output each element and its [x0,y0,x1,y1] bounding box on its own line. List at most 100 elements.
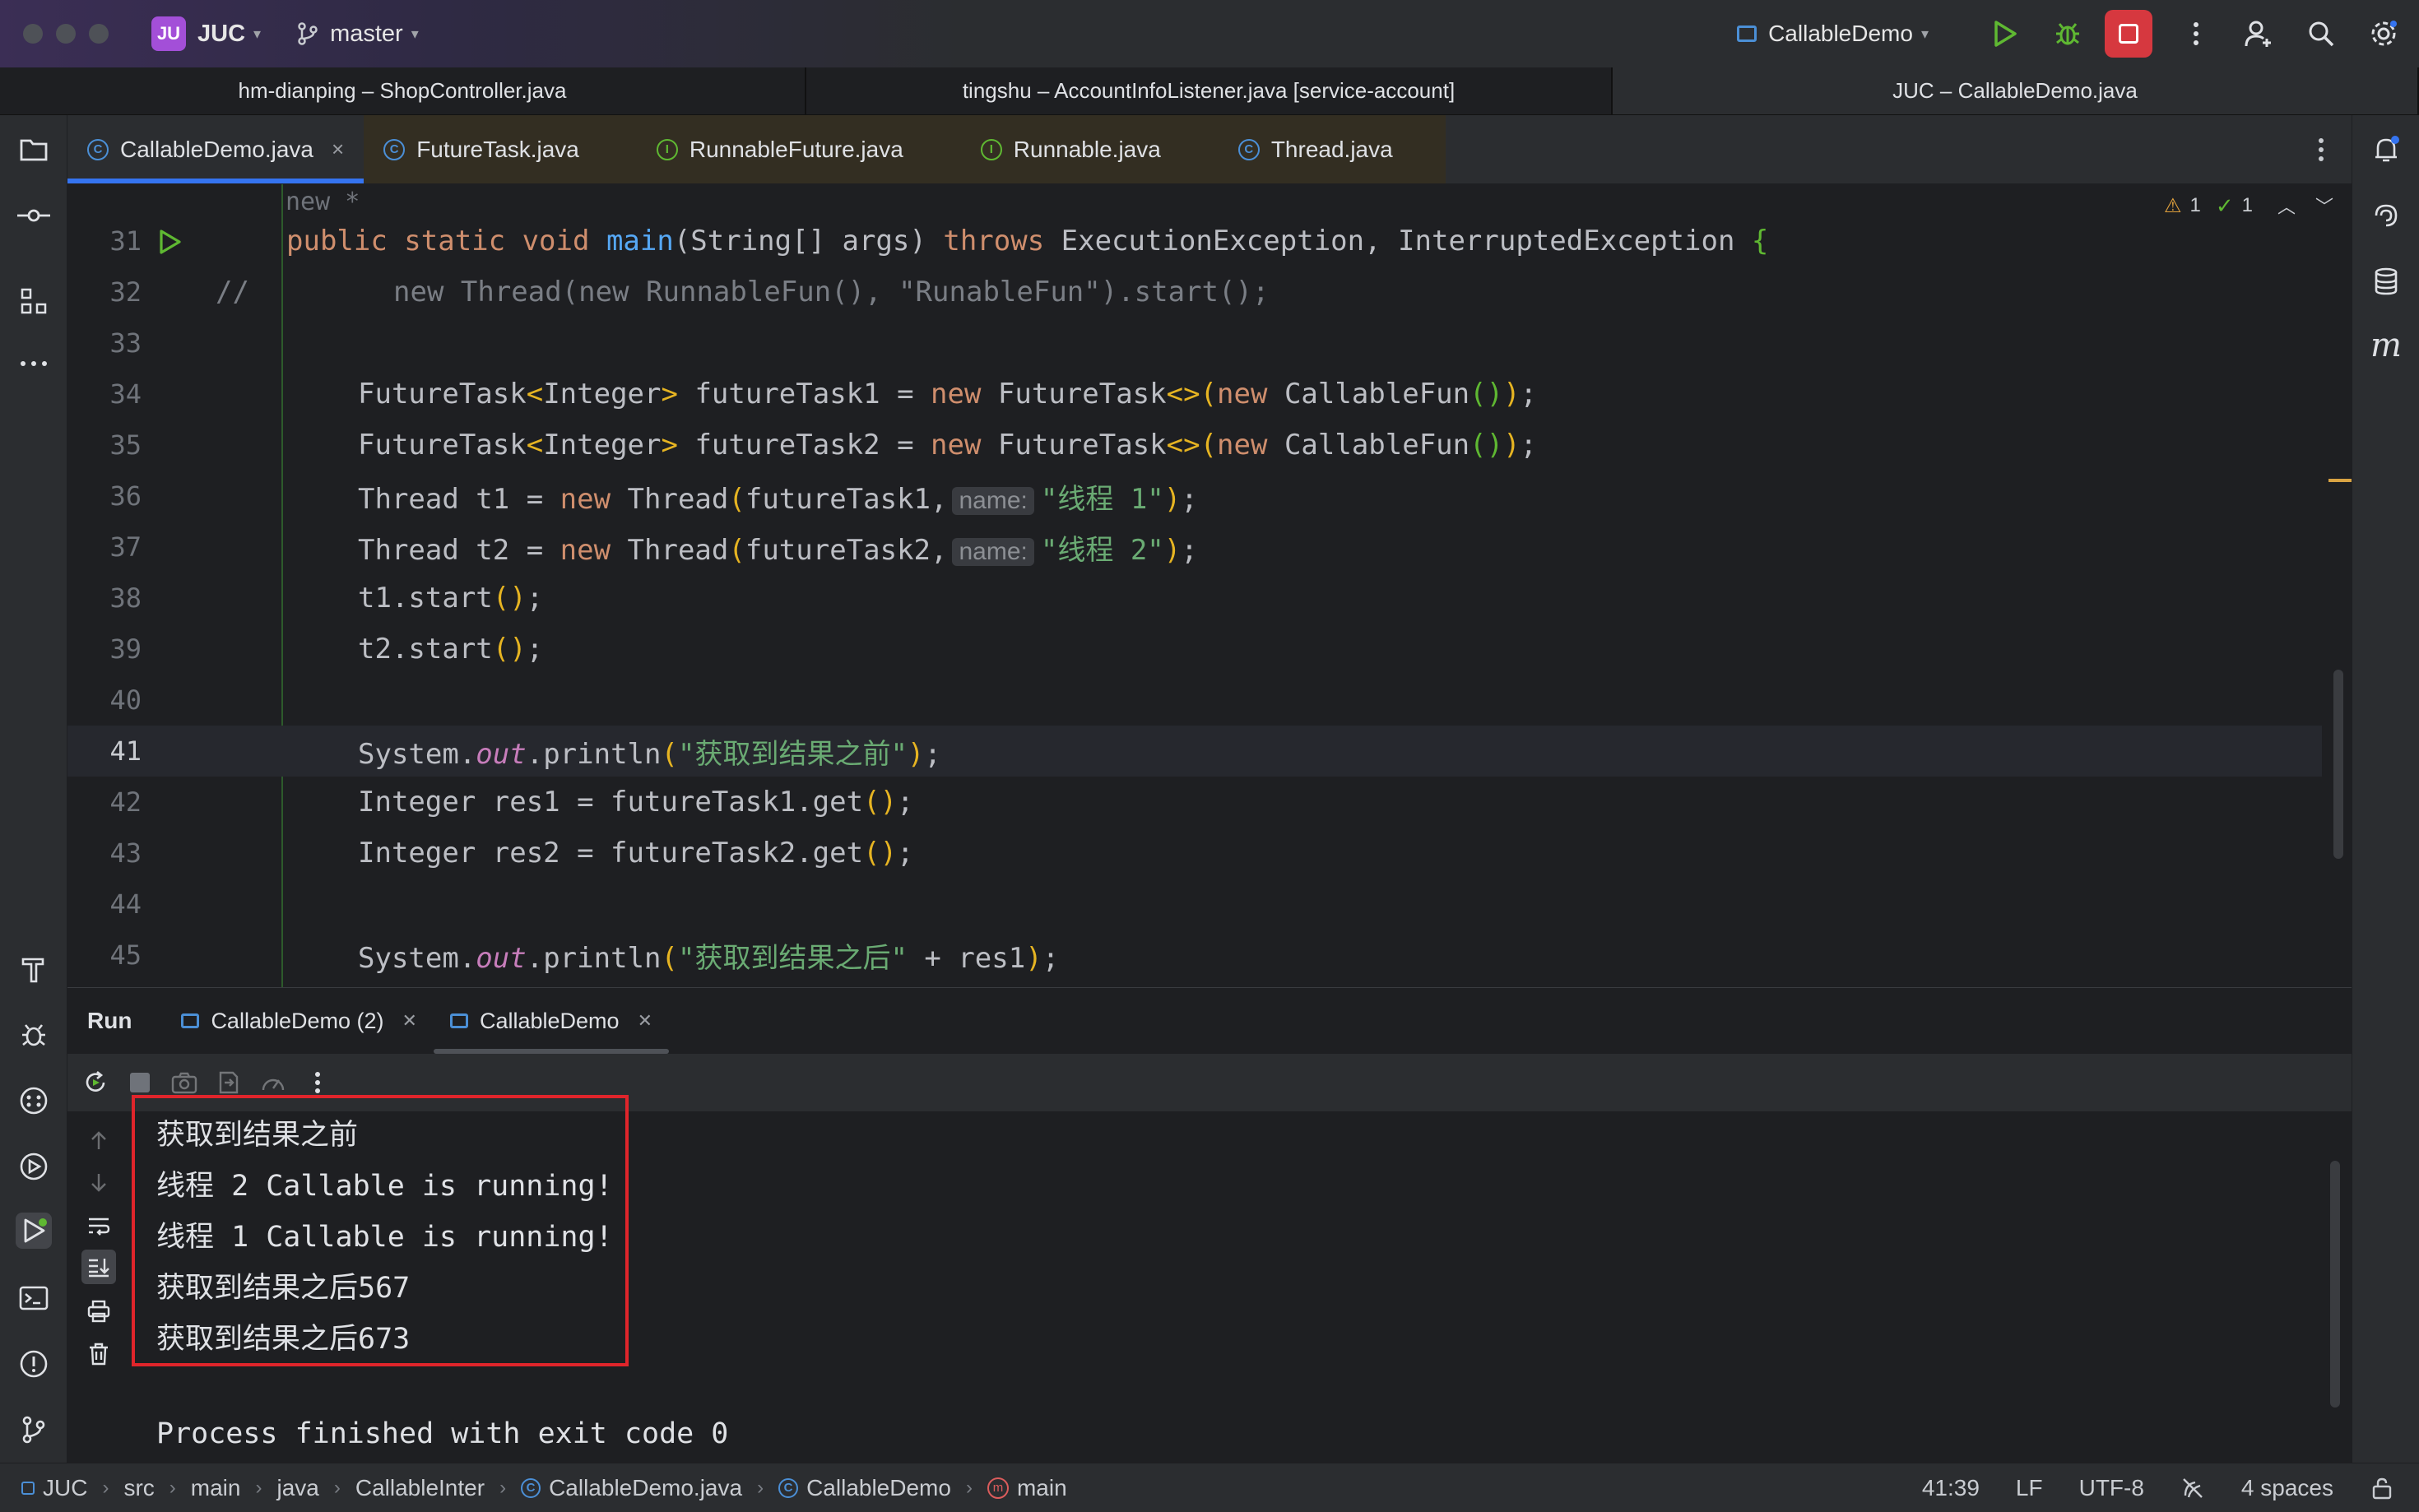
problems-tool-button[interactable] [16,1346,52,1382]
right-tool-strip: m [2352,115,2419,1463]
more-actions-button[interactable] [2177,15,2215,53]
indent-setting[interactable]: 4 spaces [2241,1475,2333,1501]
chevron-down-icon: ▾ [1920,25,1929,42]
settings-button[interactable] [2365,15,2403,53]
window-tab-hm-dianping[interactable]: hm-dianping – ShopController.java [0,67,806,114]
more-tools-button[interactable] [16,346,52,382]
tab-runnablefuture[interactable]: I RunnableFuture.java [636,115,961,183]
notifications-button[interactable] [2368,132,2404,168]
minimize-window-button[interactable] [56,24,76,44]
profiler-button[interactable] [257,1066,290,1099]
chevron-down-icon[interactable]: ▾ [253,26,261,43]
ai-completion-icon[interactable] [2180,1476,2205,1500]
breadcrumb-item-class[interactable]: C CallableDemo [778,1475,951,1501]
soft-wrap-button[interactable] [81,1208,116,1243]
caret-position[interactable]: 41:39 [1922,1475,1980,1501]
terminal-tool-button[interactable] [16,1280,52,1316]
tab-runnable[interactable]: I Runnable.java [960,115,1219,183]
tab-label: CallableDemo.java [120,136,314,162]
run-configuration-selector[interactable]: CallableDemo ▾ [1737,21,1929,47]
breadcrumb-item-java[interactable]: java [276,1475,318,1501]
terminal-icon [19,1286,49,1310]
editor-scrollbar[interactable] [2333,670,2343,859]
line-number: 38 [109,582,142,614]
class-icon: C [778,1477,799,1498]
commit-tool-button[interactable] [16,197,52,234]
scroll-down-button[interactable] [81,1166,116,1200]
tab-actions-button[interactable] [2317,115,2325,183]
breadcrumb-item-method[interactable]: m main [987,1475,1067,1501]
arrow-down-icon [91,1174,106,1192]
run-gutter-icon[interactable] [158,229,183,255]
class-icon: C [521,1477,541,1498]
breadcrumb-item-project[interactable]: JUC [21,1475,87,1501]
printer-icon [87,1300,110,1323]
code-line: 40 [67,675,2322,726]
git-tool-button[interactable] [16,1412,52,1448]
stop-run-button[interactable] [123,1066,156,1099]
file-encoding[interactable]: UTF-8 [2079,1475,2144,1501]
play-icon [1994,21,2017,47]
run-tab-callabledemo-2[interactable]: CallableDemo (2) ✕ [165,988,434,1054]
structure-tool-button[interactable] [16,283,52,319]
search-everywhere-button[interactable] [2302,15,2340,53]
rerun-button[interactable] [79,1066,112,1099]
print-button[interactable] [81,1294,116,1329]
console-output[interactable]: 获取到结果之前 线程 2 Callable is running! 线程 1 C… [67,1095,2352,1463]
deploy-tool-button[interactable] [16,1148,52,1185]
usage-inlay[interactable]: new * [286,188,360,216]
build-tool-button[interactable] [16,951,52,987]
breadcrumb-item-src[interactable]: src [123,1475,154,1501]
lock-icon[interactable] [2370,1476,2394,1500]
line-number: 42 [109,786,142,818]
tab-label: Runnable.java [1013,136,1161,162]
run-tool-button[interactable] [16,1213,52,1249]
code-text: System.out.println("获取到结果之前"); [358,737,941,771]
camera-icon [171,1072,197,1094]
export-threads-button[interactable] [212,1066,245,1099]
run-button[interactable] [1986,15,2024,53]
project-name[interactable]: JUC [197,21,245,48]
breadcrumb-item-main[interactable]: main [191,1475,241,1501]
parameter-hint: name: [952,486,1034,515]
debug-tool-button[interactable] [16,1017,52,1053]
tab-callabledemo[interactable]: C CallableDemo.java × [67,115,364,183]
rerun-icon [86,1070,105,1092]
project-tool-button[interactable] [16,132,52,168]
screenshot-button[interactable] [168,1066,201,1099]
run-tab-callabledemo[interactable]: CallableDemo ✕ [433,988,670,1054]
project-badge[interactable]: JU [151,16,186,51]
tab-thread[interactable]: C Thread.java [1218,115,1446,183]
scroll-up-button[interactable] [81,1123,116,1157]
close-tab-icon[interactable]: ✕ [638,1010,652,1032]
tab-futuretask[interactable]: C FutureTask.java [364,115,637,183]
window-tab-tingshu[interactable]: tingshu – AccountInfoListener.java [serv… [806,67,1613,114]
folder-icon [20,139,48,161]
breadcrumb-item-package[interactable]: CallableInter [355,1475,485,1501]
zoom-window-button[interactable] [89,24,109,44]
warning-stripe-marker[interactable] [2328,479,2352,482]
code-editor[interactable]: new * ⚠ 1 ✓ 1 ︿ ﹀ 31 public static void … [67,184,2352,987]
checks-count: 1 [2241,194,2253,216]
branch-selector[interactable]: master ▾ [297,21,419,48]
debug-button[interactable] [2049,15,2087,53]
services-tool-button[interactable] [16,1083,52,1119]
more-run-actions-button[interactable] [301,1066,334,1099]
code-text: Integer res1 = futureTask1.get(); [358,786,914,819]
close-tab-icon[interactable]: × [332,137,344,162]
maven-button[interactable]: m [2368,327,2404,364]
window-tab-juc[interactable]: JUC – CallableDemo.java [1613,67,2419,114]
line-number: 43 [109,837,142,869]
console-scrollbar[interactable] [2330,1161,2340,1408]
code-with-me-button[interactable] [2240,15,2277,53]
clear-all-button[interactable] [81,1337,116,1371]
close-window-button[interactable] [23,24,43,44]
line-separator[interactable]: LF [2016,1475,2043,1501]
run-tab-label: CallableDemo [479,1008,620,1033]
stop-button[interactable] [2105,10,2152,58]
scroll-to-end-button[interactable] [81,1250,116,1284]
ai-assistant-button[interactable] [2368,197,2404,234]
database-button[interactable] [2368,263,2404,299]
breadcrumb-item-file[interactable]: C CallableDemo.java [521,1475,742,1501]
close-tab-icon[interactable]: ✕ [402,1010,417,1032]
